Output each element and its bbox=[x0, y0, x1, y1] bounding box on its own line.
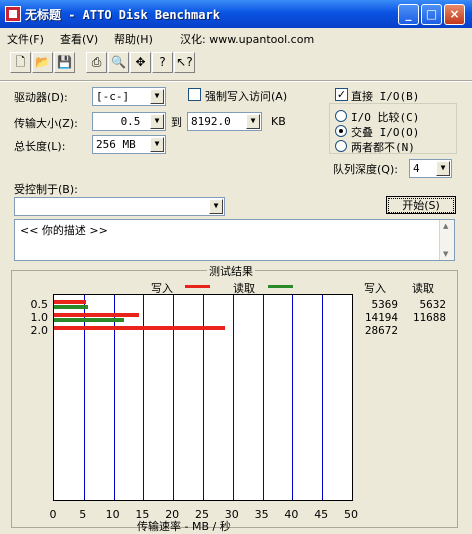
y-tick-label: 0.5 bbox=[30, 298, 49, 311]
to-label: 到 bbox=[171, 116, 182, 129]
neither-radio[interactable] bbox=[335, 140, 347, 152]
menu-help[interactable]: 帮助(H) bbox=[114, 31, 153, 47]
description-scrollbar[interactable]: ▲ ▼ bbox=[439, 220, 454, 260]
context-help-icon[interactable]: ↖? bbox=[174, 52, 195, 73]
read-bar-1.0 bbox=[54, 318, 124, 322]
toolbar-divider bbox=[0, 80, 472, 82]
drive-label: 驱动器(D): bbox=[14, 91, 68, 104]
transfer-size-label: 传输大小(Z): bbox=[14, 117, 78, 130]
grid-line bbox=[292, 295, 294, 500]
menu-file[interactable]: 文件(F) bbox=[7, 31, 44, 47]
read-column-header: 读取 bbox=[412, 282, 434, 295]
transfer-to-select[interactable]: 8192.0 ▼ bbox=[187, 112, 262, 131]
new-icon[interactable]: 🗋 bbox=[10, 52, 31, 73]
x-tick-label: 45 bbox=[314, 508, 329, 521]
open-icon[interactable]: 📂 bbox=[32, 52, 53, 73]
chevron-down-icon[interactable]: ▼ bbox=[150, 114, 164, 129]
maximize-button[interactable]: □ bbox=[421, 4, 442, 25]
force-write-checkbox[interactable] bbox=[188, 88, 201, 101]
scroll-down-icon[interactable]: ▼ bbox=[443, 250, 448, 258]
print-preview-icon[interactable]: 🔍 bbox=[108, 52, 129, 73]
grid-line bbox=[262, 295, 264, 500]
transfer-from-value: 0.5 bbox=[120, 115, 141, 128]
help-icon[interactable]: ? bbox=[152, 52, 173, 73]
x-tick-label: 5 bbox=[79, 508, 87, 521]
x-tick-label: 0 bbox=[49, 508, 57, 521]
queue-depth-label: 队列深度(Q): bbox=[333, 163, 398, 176]
grid-line bbox=[322, 295, 324, 500]
read-bar-0.5 bbox=[54, 305, 88, 309]
controlled-by-select[interactable]: ▼ bbox=[14, 197, 225, 216]
kb-label: KB bbox=[271, 115, 286, 128]
direct-io-label: 直接 I/O(B) bbox=[351, 90, 420, 103]
results-chart bbox=[53, 294, 353, 501]
transfer-from-select[interactable]: 0.5 ▼ bbox=[92, 112, 166, 131]
write-bar-1.0 bbox=[54, 313, 139, 317]
start-button-label: 开始(S) bbox=[388, 198, 454, 213]
write-column-header: 写入 bbox=[364, 282, 386, 295]
menu-localization: 汉化: www.upantool.com bbox=[180, 33, 315, 46]
read-legend-swatch bbox=[268, 285, 293, 288]
chevron-down-icon[interactable]: ▼ bbox=[209, 199, 223, 214]
x-tick-label: 50 bbox=[344, 508, 358, 521]
minimize-button[interactable]: _ bbox=[398, 4, 419, 25]
overlap-io-label: 交叠 I/O(O) bbox=[351, 126, 420, 139]
window-title: 无标题 - ATTO Disk Benchmark bbox=[25, 8, 220, 22]
write-legend-swatch bbox=[185, 285, 210, 288]
y-tick-label: 1.0 bbox=[30, 311, 49, 324]
drive-select-value: [-c-] bbox=[96, 90, 130, 103]
description-field[interactable]: << 你的描述 >> ▲ ▼ bbox=[14, 219, 455, 261]
chevron-down-icon[interactable]: ▼ bbox=[150, 137, 164, 152]
force-write-label: 强制写入访问(A) bbox=[205, 90, 288, 103]
print-icon[interactable]: ⎙ bbox=[86, 52, 107, 73]
y-tick-label: 2.0 bbox=[30, 324, 49, 337]
y-axis-labels: 0.5 1.0 2.0 bbox=[12, 298, 52, 498]
description-text: << 你的描述 >> bbox=[20, 224, 108, 237]
overlap-io-radio[interactable] bbox=[335, 125, 347, 137]
direct-io-checkbox[interactable]: ✓ bbox=[335, 88, 348, 101]
write-value-1: 14194 bbox=[364, 311, 398, 324]
io-compare-label: I/O 比较(C) bbox=[351, 111, 420, 124]
write-bar-0.5 bbox=[54, 300, 86, 304]
x-tick-label: 35 bbox=[254, 508, 269, 521]
results-title: 测试结果 bbox=[207, 263, 255, 279]
menu-view[interactable]: 查看(V) bbox=[60, 31, 98, 47]
chevron-down-icon[interactable]: ▼ bbox=[436, 161, 450, 176]
chevron-down-icon[interactable]: ▼ bbox=[150, 89, 164, 104]
chevron-down-icon[interactable]: ▼ bbox=[246, 114, 260, 129]
drive-select[interactable]: [-c-] ▼ bbox=[92, 87, 166, 106]
queue-depth-select[interactable]: 4 ▼ bbox=[409, 159, 452, 178]
start-button[interactable]: 开始(S) bbox=[386, 196, 456, 214]
read-value-0: 5632 bbox=[419, 298, 447, 311]
x-axis-label: 传输速率 - MB / 秒 bbox=[137, 520, 231, 533]
save-icon[interactable]: 💾 bbox=[54, 52, 75, 73]
queue-depth-value: 4 bbox=[413, 162, 420, 175]
x-tick-label: 10 bbox=[105, 508, 120, 521]
total-length-value: 256 MB bbox=[96, 138, 136, 151]
close-button[interactable]: × bbox=[444, 4, 465, 25]
scroll-up-icon[interactable]: ▲ bbox=[443, 222, 448, 230]
write-value-2: 28672 bbox=[364, 324, 398, 337]
grid-line bbox=[232, 295, 234, 500]
read-value-1: 11688 bbox=[412, 311, 446, 324]
io-compare-radio[interactable] bbox=[335, 110, 347, 122]
write-bar-2.0 bbox=[54, 326, 225, 330]
total-length-select[interactable]: 256 MB ▼ bbox=[92, 135, 166, 154]
move-icon[interactable]: ✥ bbox=[130, 52, 151, 73]
x-tick-label: 40 bbox=[284, 508, 299, 521]
controlled-by-label: 受控制于(B): bbox=[14, 183, 78, 196]
neither-label: 两者都不(N) bbox=[351, 141, 415, 154]
transfer-to-value: 8192.0 bbox=[191, 115, 231, 128]
app-icon[interactable] bbox=[5, 6, 21, 22]
total-length-label: 总长度(L): bbox=[14, 140, 66, 153]
write-value-0: 5369 bbox=[371, 298, 399, 311]
